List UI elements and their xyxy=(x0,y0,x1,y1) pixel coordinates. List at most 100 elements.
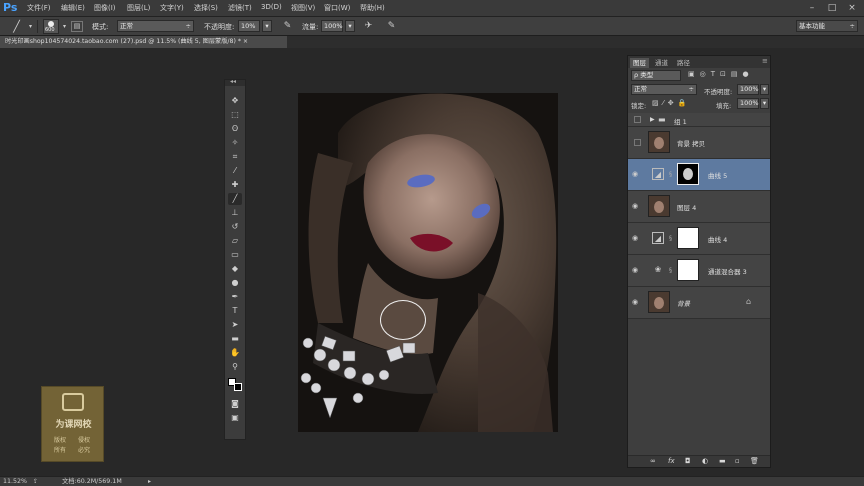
tab-paths[interactable]: 路径 xyxy=(674,58,693,68)
chevron-down-icon[interactable]: ▾ xyxy=(58,20,71,33)
blend-mode-select[interactable]: 正常 ÷ xyxy=(631,84,697,95)
lasso-tool-icon[interactable]: ʘ xyxy=(228,123,242,135)
mask-icon[interactable]: ◘ xyxy=(685,457,691,465)
background-color-swatch[interactable] xyxy=(234,383,242,391)
visibility-toggle[interactable] xyxy=(634,139,641,146)
eyedropper-tool-icon[interactable]: ⁄ xyxy=(228,165,242,177)
gradient-tool-icon[interactable]: ▭ xyxy=(228,249,242,261)
flow-input[interactable]: 100% xyxy=(321,20,343,32)
menu-select[interactable]: 选择(S) xyxy=(194,3,218,13)
crop-tool-icon[interactable]: ⌗ xyxy=(228,151,242,163)
zoom-tool-icon[interactable]: ⚲ xyxy=(228,361,242,373)
trash-icon[interactable]: 🗑 xyxy=(750,457,759,465)
opacity-dropdown-icon[interactable]: ▾ xyxy=(262,20,272,32)
toolbar-grip[interactable]: ◂◂ xyxy=(225,78,245,86)
menu-help[interactable]: 帮助(H) xyxy=(360,3,385,13)
pen-tool-icon[interactable]: ✒ xyxy=(228,291,242,303)
layer-row[interactable]: ◉ ◢ § 曲线 4 xyxy=(628,223,770,255)
folder-icon[interactable]: ▬ xyxy=(719,457,726,465)
share-icon[interactable]: ⇪ xyxy=(33,477,38,486)
chevron-down-icon[interactable]: ▾ xyxy=(24,20,37,33)
fill-input[interactable]: 100% xyxy=(737,98,759,109)
flow-dropdown-icon[interactable]: ▾ xyxy=(345,20,355,32)
brush-tool-preset-icon[interactable]: ╱ xyxy=(10,20,23,33)
link-icon[interactable]: § xyxy=(669,266,675,275)
dodge-tool-icon[interactable]: ● xyxy=(228,277,242,289)
blur-tool-icon[interactable]: ◆ xyxy=(228,263,242,275)
maximize-icon[interactable]: □ xyxy=(824,2,840,14)
new-layer-icon[interactable]: ▫ xyxy=(735,457,740,465)
chevron-down-icon[interactable]: ▾ xyxy=(760,84,769,95)
menu-image[interactable]: 图像(I) xyxy=(94,3,116,13)
move-tool-icon[interactable]: ✥ xyxy=(228,95,242,107)
canvas-image[interactable] xyxy=(298,93,558,432)
tab-layers[interactable]: 图层 xyxy=(630,58,649,68)
document-tab[interactable]: 时光印画shop104574024.taobao.com (27).psd @ … xyxy=(0,36,287,48)
link-icon[interactable]: § xyxy=(669,170,675,179)
airbrush-icon[interactable]: ✈ xyxy=(362,20,375,33)
clone-stamp-tool-icon[interactable]: ⊥ xyxy=(228,207,242,219)
menu-file[interactable]: 文件(F) xyxy=(27,3,51,13)
filter-icons[interactable]: ▣◎T⊡▤● xyxy=(688,70,768,81)
quick-select-tool-icon[interactable]: ✧ xyxy=(228,137,242,149)
close-tab-icon[interactable]: × xyxy=(243,38,248,45)
menu-window[interactable]: 窗口(W) xyxy=(324,3,350,13)
layer-name: 曲线 4 xyxy=(708,236,728,244)
expand-arrow-icon[interactable]: ▶ xyxy=(650,116,655,123)
menu-view[interactable]: 视图(V) xyxy=(291,3,315,13)
quick-mask-icon[interactable]: ◙ xyxy=(228,398,242,410)
visibility-toggle[interactable] xyxy=(634,116,641,123)
status-menu-icon[interactable]: ▸ xyxy=(148,477,151,486)
mode-select[interactable]: 正常 ÷ xyxy=(117,20,194,32)
opacity-input[interactable]: 10% xyxy=(238,20,260,32)
menu-filter[interactable]: 滤镜(T) xyxy=(228,3,252,13)
adjustment-icon[interactable]: ◐ xyxy=(702,457,708,465)
brush-tool-icon[interactable]: ╱ xyxy=(228,193,242,205)
healing-brush-tool-icon[interactable]: ✚ xyxy=(228,179,242,191)
chevron-down-icon[interactable]: ▾ xyxy=(760,98,769,109)
layer-row[interactable]: ◉ ◢ § 曲线 5 xyxy=(628,159,770,191)
workspace-select[interactable]: 基本功能 ÷ xyxy=(796,20,858,32)
fx-icon[interactable]: fx xyxy=(668,457,675,465)
lock-icons[interactable]: ▨⁄✥🔒 xyxy=(652,99,690,107)
layer-filter-select[interactable]: ρ 类型 xyxy=(631,70,681,81)
hand-tool-icon[interactable]: ✋ xyxy=(228,347,242,359)
tab-channels[interactable]: 通道 xyxy=(652,58,671,68)
eye-icon[interactable]: ◉ xyxy=(632,202,641,211)
lock-label: 锁定: xyxy=(631,102,647,110)
eraser-tool-icon[interactable]: ▱ xyxy=(228,235,242,247)
eye-icon[interactable]: ◉ xyxy=(632,298,641,307)
link-icon[interactable]: ∞ xyxy=(650,457,656,465)
brush-panel-icon[interactable]: ▤ xyxy=(71,21,83,32)
eye-icon[interactable]: ◉ xyxy=(632,234,641,243)
path-select-tool-icon[interactable]: ➤ xyxy=(228,319,242,331)
layer-row[interactable]: ◉ ❀ § 通道混合器 3 xyxy=(628,255,770,287)
marquee-tool-icon[interactable]: ⬚ xyxy=(228,109,242,121)
shape-tool-icon[interactable]: ▬ xyxy=(228,333,242,345)
menu-type[interactable]: 文字(Y) xyxy=(160,3,184,13)
menu-edit[interactable]: 编辑(E) xyxy=(61,3,85,13)
pressure-opacity-icon[interactable]: ✎ xyxy=(281,20,294,33)
pressure-size-icon[interactable]: ✎ xyxy=(385,20,398,33)
eye-icon[interactable]: ◉ xyxy=(632,266,641,275)
layer-group-row[interactable]: ▶ ▬ 组 1 xyxy=(628,113,770,127)
eye-icon[interactable]: ◉ xyxy=(632,170,641,179)
menu-3d[interactable]: 3D(D) xyxy=(261,3,282,11)
layer-opacity-input[interactable]: 100% xyxy=(737,84,759,95)
type-tool-icon[interactable]: T xyxy=(228,305,242,317)
layer-mask-thumbnail[interactable] xyxy=(677,259,699,281)
screen-mode-icon[interactable]: ▣ xyxy=(228,412,242,424)
menu-layer[interactable]: 图层(L) xyxy=(127,3,150,13)
layer-mask-thumbnail[interactable] xyxy=(677,227,699,249)
brush-size-picker[interactable]: 600 xyxy=(43,19,59,34)
close-icon[interactable]: × xyxy=(844,2,860,14)
layer-mask-thumbnail[interactable] xyxy=(677,163,699,185)
history-brush-tool-icon[interactable]: ↺ xyxy=(228,221,242,233)
zoom-level[interactable]: 11.52% xyxy=(3,477,27,486)
layer-row[interactable]: ◉ 背景 ⌂ xyxy=(628,287,770,319)
link-icon[interactable]: § xyxy=(669,234,675,243)
minimize-icon[interactable]: – xyxy=(804,2,820,14)
panel-menu-icon[interactable]: ≡ xyxy=(762,57,768,65)
layer-row[interactable]: 背景 拷贝 xyxy=(628,127,770,159)
layer-row[interactable]: ◉ 图层 4 xyxy=(628,191,770,223)
